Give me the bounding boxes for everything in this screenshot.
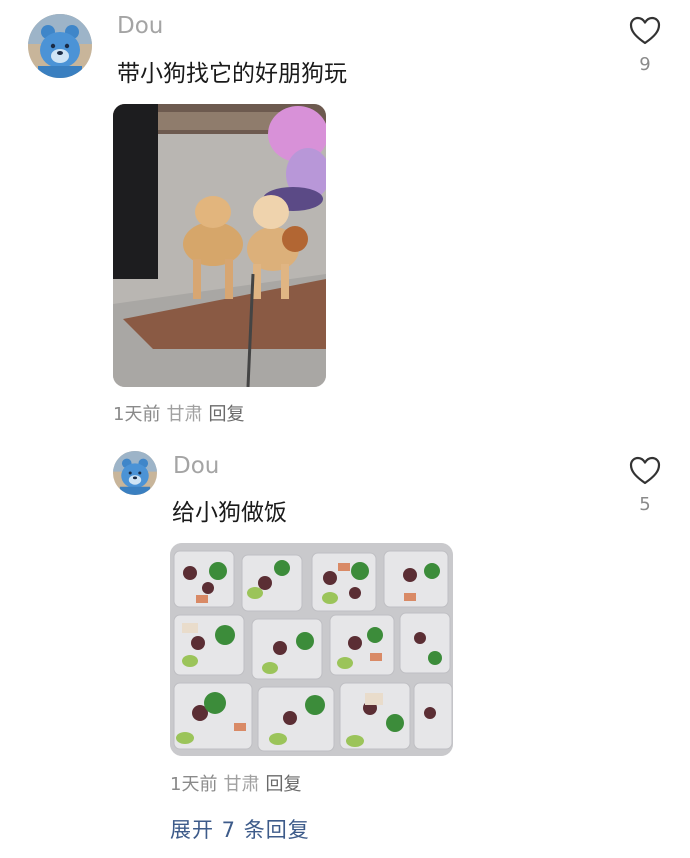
comment-meta: 1天前 甘肃 回复 (113, 400, 244, 426)
avatar[interactable] (28, 14, 92, 78)
shiba-dogs-photo-icon (113, 104, 326, 387)
heart-icon (629, 16, 661, 45)
comment-username[interactable]: Dou (117, 13, 163, 39)
reply-text: 给小狗做饭 (172, 500, 287, 526)
expand-replies-button[interactable]: 展开 7 条回复 (170, 814, 310, 844)
reply-time: 1天前 (170, 774, 218, 795)
comment-like-count: 9 (639, 54, 651, 75)
comment-time: 1天前 (113, 404, 161, 425)
comment-location: 甘肃 (166, 404, 203, 425)
reply-username[interactable]: Dou (173, 453, 219, 479)
comment-reply-button[interactable]: 回复 (208, 400, 244, 426)
reply-like-count: 5 (639, 494, 651, 515)
comment-like-button[interactable]: 9 (627, 16, 663, 75)
comment-image[interactable] (113, 104, 326, 387)
comment-text: 带小狗找它的好朋狗玩 (117, 61, 347, 87)
reply-reply-button[interactable]: 回复 (265, 770, 301, 796)
care-bear-avatar-icon (113, 451, 157, 495)
meal-prep-containers-photo-icon (170, 543, 453, 756)
reply-avatar[interactable] (113, 451, 157, 495)
reply-location: 甘肃 (223, 774, 260, 795)
reply-image[interactable] (170, 543, 453, 756)
heart-icon (629, 456, 661, 485)
care-bear-avatar-icon (28, 14, 92, 78)
reply-meta: 1天前 甘肃 回复 (170, 770, 301, 796)
reply-like-button[interactable]: 5 (627, 456, 663, 515)
